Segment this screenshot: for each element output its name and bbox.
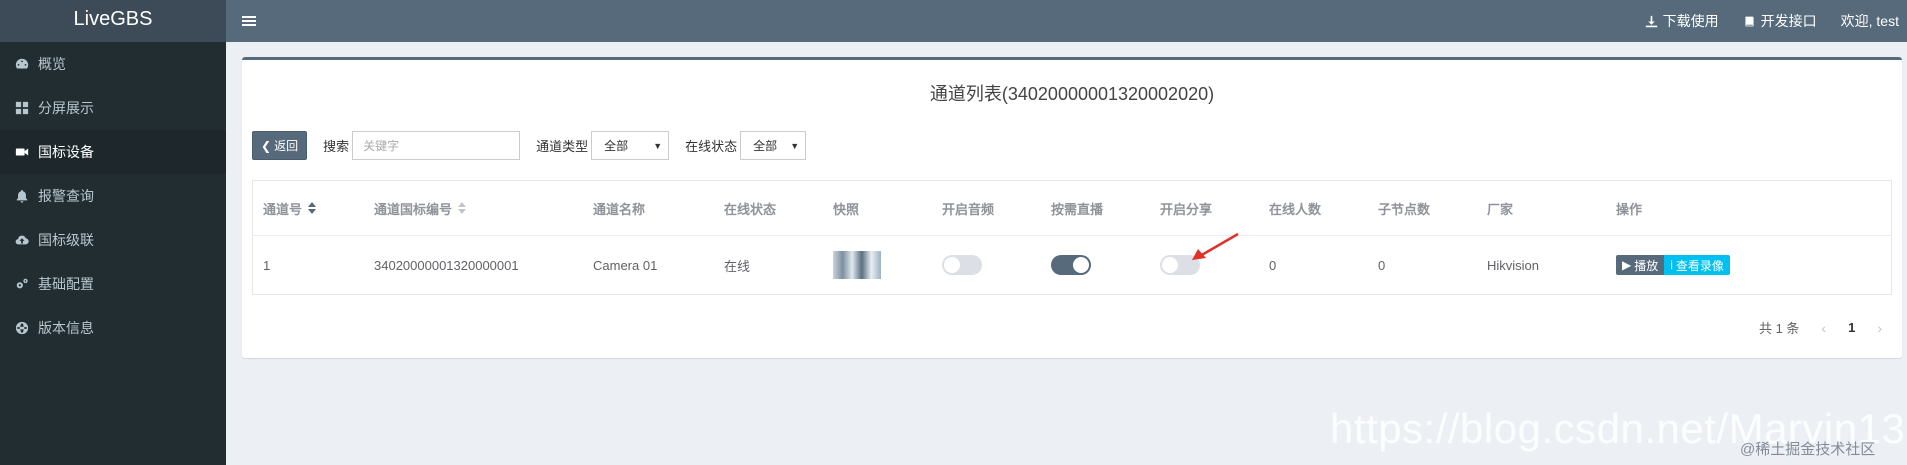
next-page-icon[interactable]: › bbox=[1877, 320, 1882, 336]
caret-down-icon: ▼ bbox=[790, 140, 800, 151]
menu-toggle-icon[interactable] bbox=[242, 14, 256, 28]
sidebar: LiveGBS 概览 分屏展示 国标设备 报警查询 国标级联 基础配置 版本信息 bbox=[0, 0, 226, 465]
cell-snapshot bbox=[833, 236, 881, 294]
video-camera-icon bbox=[14, 144, 30, 160]
top-navbar: 下载使用 开发接口 欢迎, test bbox=[226, 0, 1907, 42]
watermark-secondary: @稀土掘金技术社区 bbox=[1740, 441, 1876, 458]
channel-table: 通道号 通道国标编号 通道名称 在线状态 快照 开启音频 按需直播 开启分享 在… bbox=[252, 180, 1892, 295]
column-header-vendor: 厂家 bbox=[1487, 201, 1514, 217]
globe-icon bbox=[14, 320, 30, 336]
online-status-value: 全部 bbox=[753, 139, 778, 153]
sidebar-item-label: 版本信息 bbox=[38, 320, 94, 336]
download-link[interactable]: 下载使用 bbox=[1645, 11, 1719, 31]
user-menu[interactable]: 欢迎, test bbox=[1841, 11, 1899, 31]
prev-page-icon[interactable]: ‹ bbox=[1821, 320, 1826, 336]
caret-down-icon: ▼ bbox=[653, 140, 663, 151]
sidebar-item-basic-config[interactable]: 基础配置 bbox=[0, 262, 226, 306]
cell-child-count: 0 bbox=[1378, 257, 1386, 273]
sidebar-item-gb-devices[interactable]: 国标设备 bbox=[0, 130, 226, 174]
cell-status: 在线 bbox=[724, 258, 751, 274]
column-header-share: 开启分享 bbox=[1160, 201, 1213, 217]
play-circle-icon: ▶ bbox=[1622, 258, 1632, 272]
cogs-icon bbox=[14, 276, 30, 292]
column-header-on-demand: 按需直播 bbox=[1051, 201, 1104, 217]
cell-channel-no: 1 bbox=[263, 257, 271, 273]
on-demand-toggle[interactable] bbox=[1051, 255, 1091, 275]
chevron-left-icon: ❮ bbox=[261, 138, 272, 153]
app-logo[interactable]: LiveGBS bbox=[0, 0, 226, 42]
sidebar-item-overview[interactable]: 概览 bbox=[0, 42, 226, 86]
filter-toolbar: ❮ 返回 搜索 通道类型 全部 ▼ 在线状态 全部 ▼ bbox=[252, 131, 807, 160]
info-icon: i bbox=[1670, 258, 1673, 272]
online-status-select[interactable]: 全部 ▼ bbox=[740, 131, 807, 160]
sidebar-item-version-info[interactable]: 版本信息 bbox=[0, 306, 226, 350]
navbar-right: 下载使用 开发接口 欢迎, test bbox=[1645, 11, 1907, 31]
dashboard-icon bbox=[14, 56, 30, 72]
sort-icon[interactable] bbox=[308, 202, 317, 214]
page-title: 通道列表(34020000001320002020) bbox=[929, 84, 1215, 104]
sidebar-item-label: 报警查询 bbox=[38, 188, 94, 204]
play-button[interactable]: ▶ 播放 bbox=[1616, 255, 1665, 275]
column-header-name: 通道名称 bbox=[593, 201, 646, 217]
sidebar-item-gb-cascade[interactable]: 国标级联 bbox=[0, 218, 226, 262]
cell-vendor: Hikvision bbox=[1487, 257, 1540, 273]
cloud-upload-icon bbox=[14, 232, 30, 248]
table-row: 1 34020000001320000001 Camera 01 在线 0 0 bbox=[253, 236, 1891, 294]
cell-online-count: 0 bbox=[1269, 257, 1277, 273]
cell-name: Camera 01 bbox=[593, 257, 658, 273]
pagination-total: 共 1 条 bbox=[1758, 321, 1800, 336]
column-header-audio: 开启音频 bbox=[942, 201, 995, 217]
pagination: 共 1 条 ‹ 1 › bbox=[1759, 318, 1882, 337]
table-header: 通道号 通道国标编号 通道名称 在线状态 快照 开启音频 按需直播 开启分享 在… bbox=[253, 181, 1891, 236]
sidebar-item-label: 概览 bbox=[38, 56, 66, 72]
api-docs-link[interactable]: 开发接口 bbox=[1743, 11, 1817, 31]
sort-icon[interactable] bbox=[458, 202, 467, 214]
sidebar-item-label: 分屏展示 bbox=[38, 100, 94, 116]
sidebar-item-split-screen[interactable]: 分屏展示 bbox=[0, 86, 226, 130]
book-icon bbox=[1745, 16, 1754, 26]
online-status-label: 在线状态 bbox=[685, 139, 738, 154]
sidebar-menu: 概览 分屏展示 国标设备 报警查询 国标级联 基础配置 版本信息 bbox=[0, 42, 226, 350]
back-button-label: 返回 bbox=[274, 139, 299, 153]
cell-actions: ▶ 播放 i 查看录像 bbox=[1616, 236, 1730, 294]
cell-gb-id: 34020000001320000001 bbox=[374, 257, 519, 273]
sidebar-item-label: 基础配置 bbox=[38, 276, 94, 292]
channel-type-select[interactable]: 全部 ▼ bbox=[591, 131, 670, 160]
column-header-status: 在线状态 bbox=[724, 201, 777, 217]
column-header-snapshot: 快照 bbox=[833, 201, 860, 217]
download-label: 下载使用 bbox=[1662, 13, 1719, 29]
column-header-online-count: 在线人数 bbox=[1269, 201, 1322, 217]
search-input[interactable] bbox=[352, 131, 521, 160]
grid-icon bbox=[14, 100, 30, 116]
back-button[interactable]: ❮ 返回 bbox=[252, 131, 308, 160]
column-header-actions: 操作 bbox=[1616, 201, 1643, 217]
cell-on-demand bbox=[1051, 236, 1091, 294]
channel-type-value: 全部 bbox=[604, 139, 629, 153]
api-docs-label: 开发接口 bbox=[1760, 13, 1817, 29]
view-recording-button[interactable]: i 查看录像 bbox=[1664, 255, 1730, 275]
channel-type-label: 通道类型 bbox=[536, 139, 589, 154]
audio-toggle[interactable] bbox=[942, 255, 982, 275]
annotation-arrow-icon bbox=[1192, 232, 1239, 260]
cell-audio bbox=[942, 236, 982, 294]
welcome-text: 欢迎, test bbox=[1840, 13, 1899, 29]
snapshot-thumbnail[interactable] bbox=[833, 251, 881, 279]
sidebar-item-label: 国标设备 bbox=[38, 144, 94, 160]
column-header-child-count: 子节点数 bbox=[1378, 201, 1431, 217]
download-icon bbox=[1645, 15, 1657, 27]
app-root: LiveGBS 概览 分屏展示 国标设备 报警查询 国标级联 基础配置 版本信息… bbox=[0, 0, 1907, 465]
search-label: 搜索 bbox=[323, 139, 350, 154]
sidebar-item-alarm-query[interactable]: 报警查询 bbox=[0, 174, 226, 218]
page-number[interactable]: 1 bbox=[1848, 320, 1855, 335]
bell-icon bbox=[14, 188, 30, 204]
channel-list-box: 通道列表(34020000001320002020) ❮ 返回 搜索 通道类型 … bbox=[242, 57, 1902, 358]
sidebar-item-label: 国标级联 bbox=[38, 232, 94, 248]
column-header-gb-id[interactable]: 通道国标编号 bbox=[374, 181, 467, 235]
column-header-channel-no[interactable]: 通道号 bbox=[263, 181, 317, 235]
